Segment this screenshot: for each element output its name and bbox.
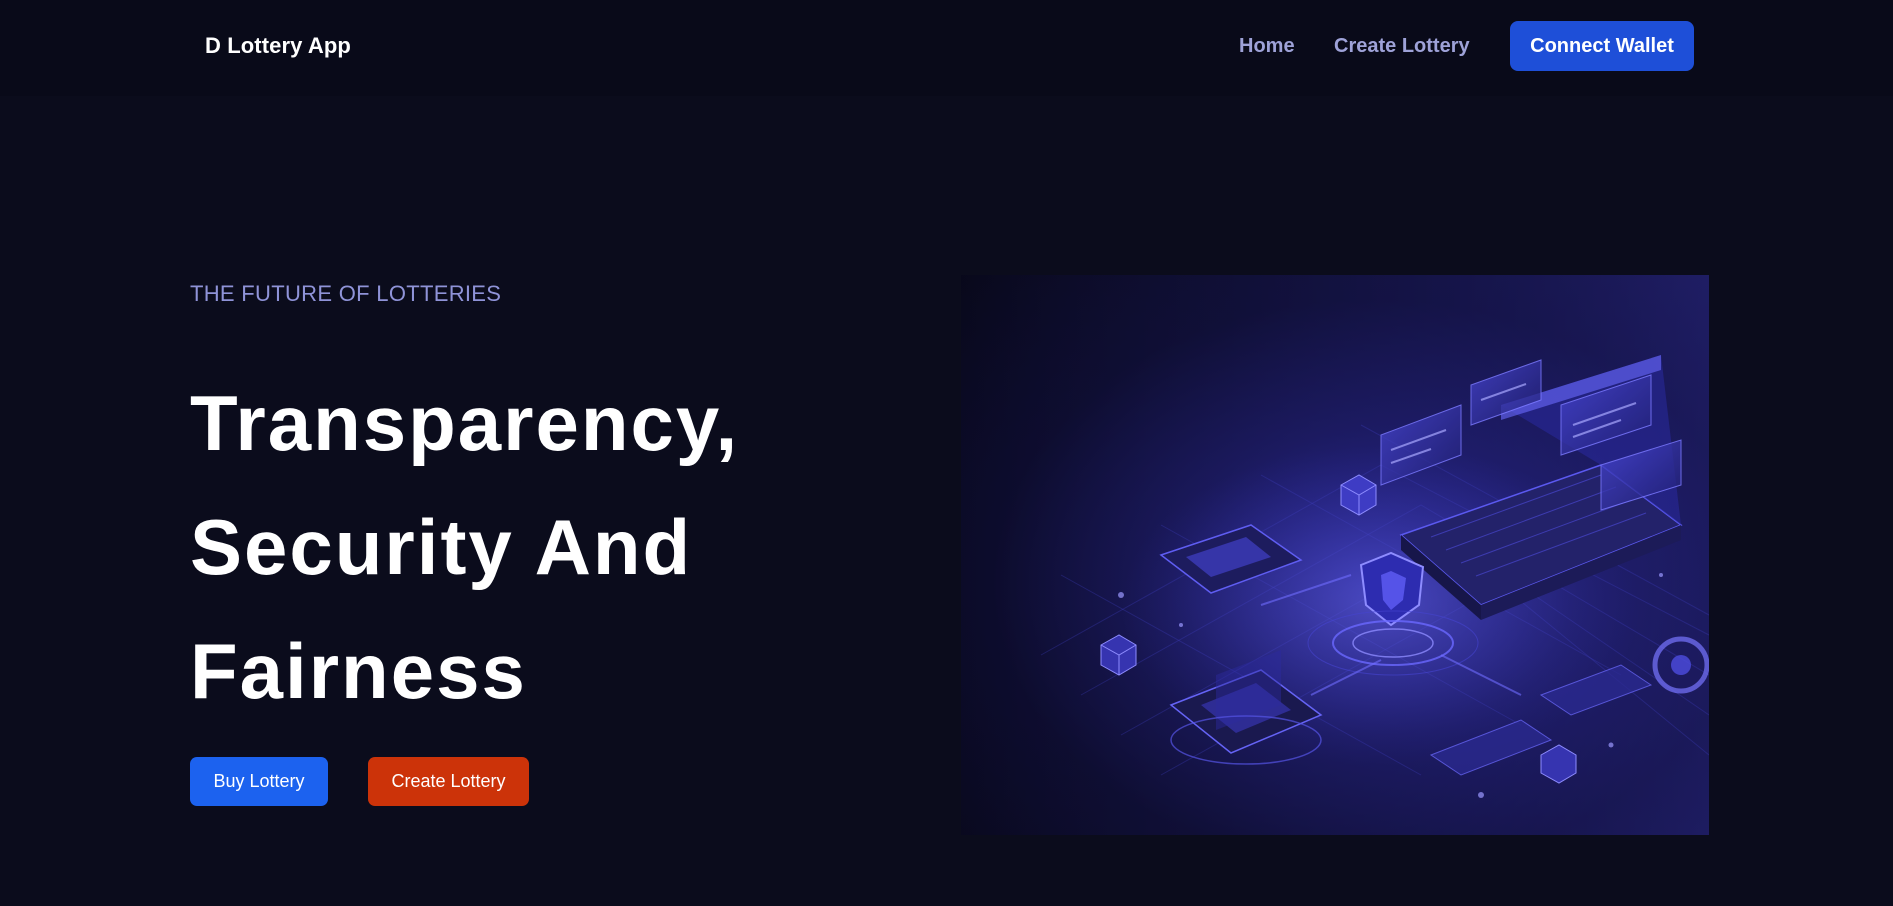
hero-eyebrow: THE FUTURE OF LOTTERIES [190, 281, 502, 306]
isometric-blockchain-security-illustration-icon [1040, 355, 1709, 798]
nav-link-home[interactable]: Home [1239, 35, 1295, 58]
headline-line-1: Transparency, [190, 379, 740, 467]
brand-logo[interactable]: D Lottery App [205, 33, 351, 59]
headline-line-3: Fairness [190, 627, 527, 715]
create-lottery-button[interactable]: Create Lottery [368, 757, 529, 806]
headline-line-2: Security And [190, 503, 693, 591]
nav-link-create-lottery[interactable]: Create Lottery [1334, 35, 1470, 58]
hero-headline: Transparency, Security And Fairness [190, 361, 739, 733]
hero-illustration [961, 275, 1709, 835]
navbar: D Lottery App Home Create Lottery Connec… [0, 0, 1893, 96]
connect-wallet-button[interactable]: Connect Wallet [1510, 21, 1694, 71]
buy-lottery-button[interactable]: Buy Lottery [190, 757, 328, 806]
